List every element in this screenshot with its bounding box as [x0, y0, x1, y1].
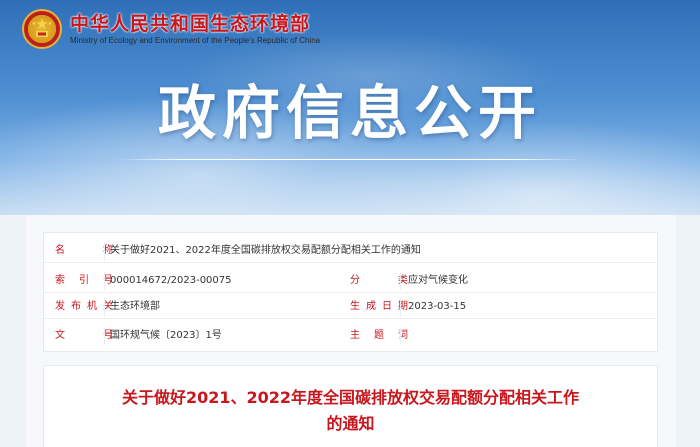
document-body: 关于做好2021、2022年度全国碳排放权交易配额分配相关工作 的通知 — [43, 365, 658, 447]
column-divider — [400, 327, 401, 345]
banner-divider — [117, 159, 583, 160]
org-name-en: Ministry of Ecology and Environment of t… — [70, 35, 321, 45]
meta-row-index: 索 引 号 000014672/2023-00075 分 类 应对气候变化 — [44, 269, 657, 293]
column-divider — [104, 327, 105, 345]
meta-value-date: 2023-03-15 — [408, 301, 467, 312]
document-meta-table: 名 称 关于做好2021、2022年度全国碳排放权交易配额分配相关工作的通知 索… — [43, 232, 658, 352]
meta-row-docno: 文 号 国环规气候〔2023〕1号 主 题 词 — [44, 324, 657, 348]
document-title-line2: 的通知 — [326, 414, 375, 433]
header-banner: 中华人民共和国生态环境部 Ministry of Ecology and Env… — [0, 0, 700, 215]
document-title-line1: 关于做好2021、2022年度全国碳排放权交易配额分配相关工作 — [121, 388, 580, 407]
column-divider — [104, 242, 105, 260]
column-divider — [104, 272, 105, 290]
column-divider — [400, 272, 401, 290]
org-name: 中华人民共和国生态环境部 Ministry of Ecology and Env… — [70, 13, 320, 46]
meta-value-issuer: 生态环境部 — [110, 301, 160, 312]
meta-row-issuer: 发布机关 生态环境部 生成日期 2023-03-15 — [44, 295, 657, 319]
national-emblem-icon — [22, 9, 62, 49]
meta-value-index: 000014672/2023-00075 — [110, 275, 232, 286]
banner-title: 政府信息公开 — [157, 79, 542, 147]
org-name-cn: 中华人民共和国生态环境部 — [70, 12, 311, 35]
meta-value-category: 应对气候变化 — [408, 275, 468, 286]
column-divider — [104, 298, 105, 316]
meta-row-name: 名 称 关于做好2021、2022年度全国碳排放权交易配额分配相关工作的通知 — [44, 239, 657, 263]
meta-value-docno: 国环规气候〔2023〕1号 — [110, 330, 222, 341]
meta-value-name: 关于做好2021、2022年度全国碳排放权交易配额分配相关工作的通知 — [110, 245, 421, 256]
column-divider — [400, 298, 401, 316]
site-logo[interactable]: 中华人民共和国生态环境部 Ministry of Ecology and Env… — [22, 7, 320, 51]
document-title: 关于做好2021、2022年度全国碳排放权交易配额分配相关工作 的通知 — [44, 385, 657, 437]
